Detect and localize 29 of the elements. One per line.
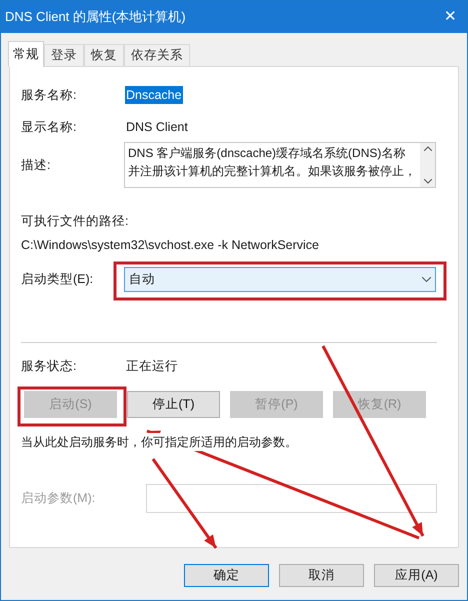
field-label: 启动类型(E): <box>21 270 94 288</box>
description-box[interactable]: DNS 客户端服务(dnscache)缓存域名系统(DNS)名称并注册该计算机的完整计算机名。如果该服务被停止， <box>124 142 436 188</box>
dialog-button[interactable]: 确定 <box>184 564 269 587</box>
scrollbar[interactable] <box>420 143 435 187</box>
service-button[interactable]: 停止(T) <box>127 390 220 418</box>
tab[interactable]: 常规 <box>8 41 44 67</box>
close-button[interactable]: ✕ <box>444 6 457 28</box>
startup-type-dropdown[interactable]: 自动 <box>124 266 436 292</box>
description-text: DNS 客户端服务(dnscache)缓存域名系统(DNS)名称并注册该计算机的完整计算机名。如果该服务被停止， <box>127 145 417 180</box>
dialog-button[interactable]: 应用(A) <box>374 564 459 587</box>
tab[interactable]: 登录 <box>44 44 84 66</box>
service-status-value: 正在运行 <box>126 358 178 376</box>
field-label: 服务状态: <box>21 358 78 376</box>
chevron-down-icon <box>422 276 431 282</box>
tab[interactable]: 依存关系 <box>124 44 190 66</box>
service-name-value: Dnscache <box>125 86 183 104</box>
dialog-button[interactable]: 取消 <box>279 564 364 587</box>
field-label: 启动参数(M): <box>21 490 96 507</box>
field-label: 可执行文件的路径: <box>21 213 130 230</box>
display-name-value: DNS Client <box>126 118 188 136</box>
field-label: 服务名称: <box>21 86 78 104</box>
window-title: DNS Client 的属性(本地计算机) <box>5 8 186 26</box>
field-label: 描述: <box>21 156 52 174</box>
tab[interactable]: 恢复 <box>84 44 124 66</box>
scroll-up-icon[interactable] <box>424 146 432 151</box>
start-parameters-field[interactable] <box>146 484 437 512</box>
executable-path: C:\Windows\system32\svchost.exe -k NetworkService <box>21 236 320 254</box>
scroll-down-icon[interactable] <box>424 179 432 184</box>
field-label: 显示名称: <box>21 118 78 136</box>
